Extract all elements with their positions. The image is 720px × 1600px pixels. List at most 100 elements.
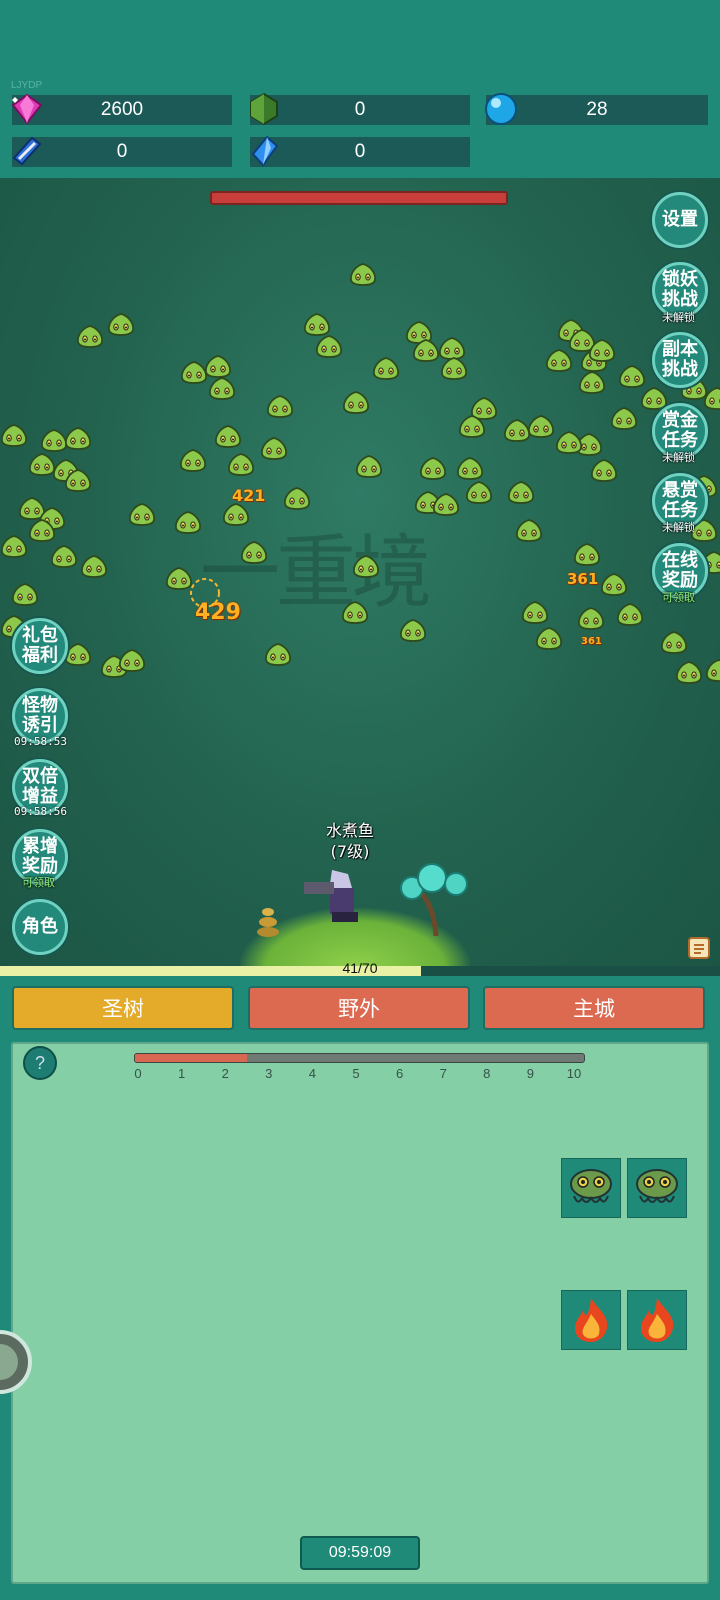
experience-text: 41/70 bbox=[342, 960, 378, 976]
online-reward-status: 可领取 bbox=[662, 591, 695, 604]
orb-counter: 28 bbox=[486, 95, 708, 125]
slime-enemy-icon bbox=[578, 607, 604, 630]
progress-tick: 9 bbox=[526, 1066, 534, 1081]
slime-enemy-icon bbox=[129, 503, 155, 526]
slime-enemy-icon bbox=[466, 481, 492, 504]
slime-enemy-icon bbox=[661, 631, 687, 654]
gift-welfare-button[interactable]: 礼包 福利 bbox=[12, 618, 68, 674]
tab-sacred-tree[interactable]: 圣树 bbox=[12, 986, 234, 1030]
help-button[interactable]: ? bbox=[23, 1046, 57, 1080]
emerald-counter: 0 bbox=[250, 95, 470, 125]
character-button[interactable]: 角色 bbox=[12, 899, 68, 955]
sacred-tree-icon bbox=[400, 863, 468, 937]
panel-timer: 09:59:09 bbox=[300, 1536, 420, 1570]
slime-enemy-icon bbox=[591, 459, 617, 482]
slime-enemy-icon bbox=[504, 419, 530, 442]
monster-slot[interactable] bbox=[561, 1158, 621, 1218]
edge-avatar-icon[interactable] bbox=[0, 1324, 34, 1400]
slime-enemy-icon bbox=[228, 453, 254, 476]
slime-enemy-icon bbox=[267, 395, 293, 418]
slime-enemy-icon bbox=[29, 519, 55, 542]
gift-welfare-label: 礼包 福利 bbox=[22, 625, 58, 666]
slime-enemy-icon bbox=[65, 427, 91, 450]
player-name: 水煮鱼 bbox=[325, 821, 374, 840]
character-label: 角色 bbox=[22, 916, 58, 937]
progress-tick: 0 bbox=[134, 1066, 142, 1081]
battle-field[interactable]: 一重境 421 429 361 361 水煮鱼 (7级) bbox=[0, 178, 720, 970]
slime-enemy-icon bbox=[619, 365, 645, 388]
slime-enemy-icon bbox=[589, 339, 615, 362]
slime-enemy-icon bbox=[241, 541, 267, 564]
slime-enemy-icon bbox=[51, 545, 77, 568]
book-value: 0 bbox=[116, 141, 128, 162]
blue-crystal-icon bbox=[251, 135, 279, 167]
damage-number: 361 bbox=[581, 636, 602, 647]
slime-enemy-icon bbox=[556, 431, 582, 454]
bounty-task-status: 未解锁 bbox=[662, 451, 695, 464]
settings-label: 设置 bbox=[662, 209, 698, 230]
dungeon-challenge-label: 副本 挑战 bbox=[662, 339, 698, 380]
bounty-task-label: 赏金 任务 bbox=[662, 410, 698, 451]
slime-enemy-icon bbox=[108, 313, 134, 336]
slime-enemy-icon bbox=[546, 349, 572, 372]
fire-slot[interactable] bbox=[561, 1290, 621, 1350]
slime-enemy-icon bbox=[574, 543, 600, 566]
settings-button[interactable]: 设置 bbox=[652, 192, 708, 248]
reward-task-status: 未解锁 bbox=[662, 521, 695, 534]
slime-enemy-icon bbox=[342, 601, 368, 624]
progress-tick: 6 bbox=[395, 1066, 404, 1081]
player-nameplate: 水煮鱼 (7级) bbox=[290, 820, 410, 862]
slime-enemy-icon bbox=[284, 487, 310, 510]
slime-enemy-icon bbox=[617, 603, 643, 626]
slime-enemy-icon bbox=[261, 437, 287, 460]
slime-enemy-icon bbox=[12, 583, 38, 606]
online-reward-label: 在线 奖励 bbox=[662, 550, 698, 591]
slime-enemy-icon bbox=[265, 643, 291, 666]
slime-enemy-icon bbox=[356, 455, 382, 478]
boss-health-bar bbox=[210, 191, 508, 205]
slime-enemy-icon bbox=[373, 357, 399, 380]
progress-tick: 7 bbox=[439, 1066, 447, 1081]
slime-enemy-icon bbox=[350, 263, 376, 286]
dungeon-challenge-button[interactable]: 副本 挑战 bbox=[652, 332, 708, 388]
monster-lure-label: 怪物 诱引 bbox=[22, 695, 58, 736]
slime-enemy-icon bbox=[77, 325, 103, 348]
fire-icon bbox=[575, 1298, 608, 1342]
slime-enemy-icon bbox=[81, 555, 107, 578]
gem-counter: 2600 bbox=[12, 95, 232, 125]
hero-character-icon[interactable] bbox=[300, 868, 380, 928]
book-counter: 0 bbox=[12, 137, 232, 167]
slime-enemy-icon bbox=[676, 661, 702, 684]
slime-enemy-icon bbox=[316, 335, 342, 358]
progress-tick: 3 bbox=[265, 1066, 273, 1081]
fire-slot[interactable] bbox=[627, 1290, 687, 1350]
progress-tick: 2 bbox=[221, 1066, 229, 1081]
hit-spark-icon bbox=[190, 578, 220, 608]
slime-enemy-icon bbox=[516, 519, 542, 542]
tab-wilderness[interactable]: 野外 bbox=[248, 986, 470, 1030]
emerald-value: 0 bbox=[354, 99, 366, 120]
slime-enemy-icon bbox=[522, 601, 548, 624]
pink-gem-icon bbox=[11, 93, 43, 125]
demon-lock-status: 未解锁 bbox=[662, 311, 695, 324]
tree-progress-bar bbox=[134, 1053, 585, 1063]
slime-enemy-icon bbox=[413, 339, 439, 362]
crystal-counter: 0 bbox=[250, 137, 470, 167]
tab-main-city[interactable]: 主城 bbox=[483, 986, 705, 1030]
damage-number: 421 bbox=[232, 486, 266, 505]
crystal-value: 0 bbox=[354, 141, 366, 162]
slime-enemy-icon bbox=[457, 457, 483, 480]
slime-enemy-icon bbox=[209, 377, 235, 400]
slime-enemy-icon bbox=[459, 415, 485, 438]
slime-enemy-icon bbox=[180, 449, 206, 472]
scroll-icon[interactable] bbox=[687, 936, 711, 960]
monster-slot[interactable] bbox=[627, 1158, 687, 1218]
slime-enemy-icon bbox=[601, 573, 627, 596]
slime-enemy-icon bbox=[536, 627, 562, 650]
slime-enemy-icon bbox=[579, 371, 605, 394]
slime-enemy-icon bbox=[343, 391, 369, 414]
slime-enemy-icon bbox=[433, 493, 459, 516]
orb-value: 28 bbox=[586, 99, 608, 120]
slime-monster-icon bbox=[570, 1169, 612, 1203]
slime-enemy-icon bbox=[441, 357, 467, 380]
